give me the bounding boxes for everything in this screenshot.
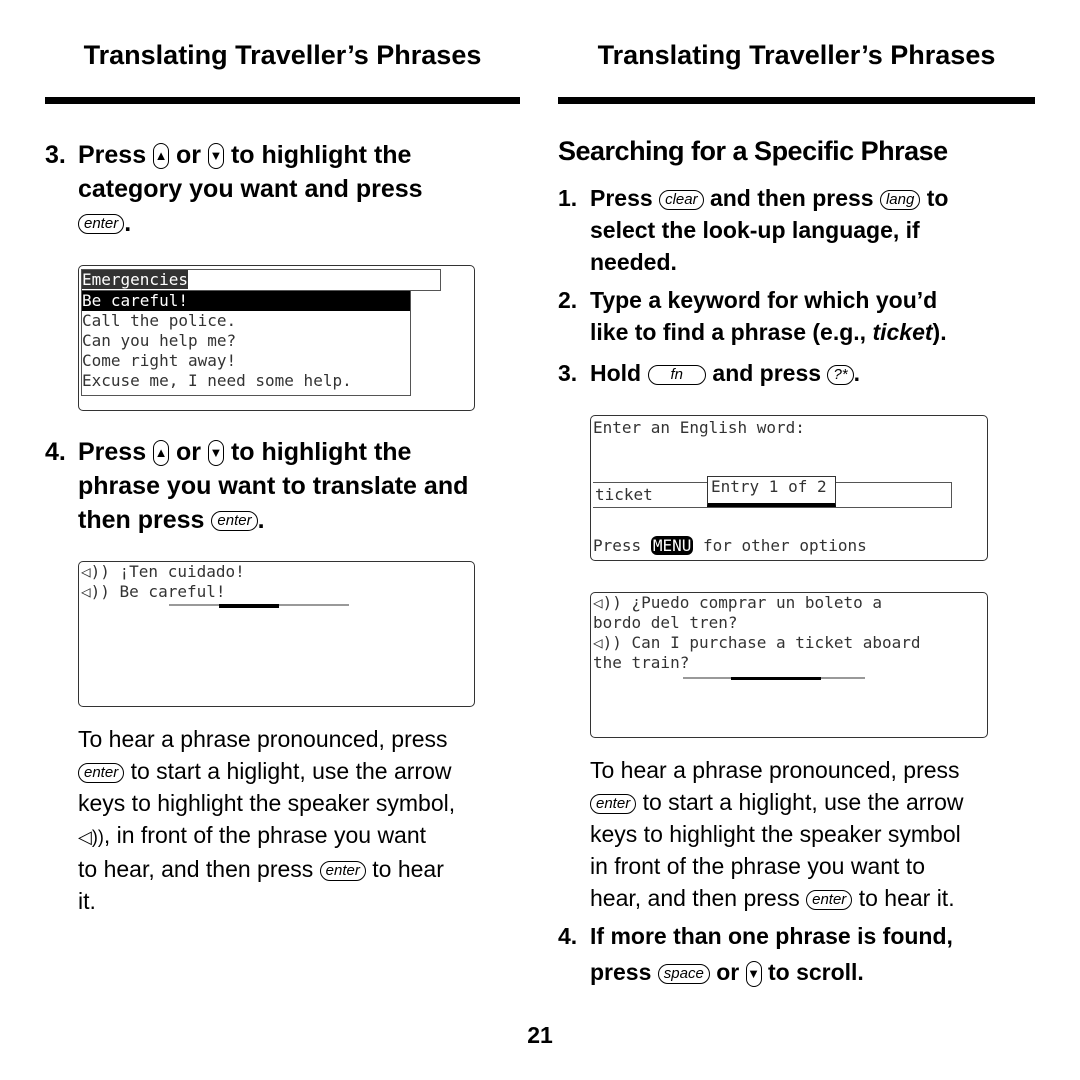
left-step-4: 4. Press ▲ or ▼ to highlight the phrase … xyxy=(45,438,469,534)
menu-key: MENU xyxy=(650,536,694,555)
right-heading: Translating Traveller’s Phrases xyxy=(597,40,996,70)
list-item: Call the police. xyxy=(82,311,237,330)
enter-key: enter xyxy=(590,793,637,814)
right-step-4: 4. If more than one phrase is found, pre… xyxy=(558,923,953,987)
question-key: ?* xyxy=(827,364,854,385)
screen-search: Enter an English word: ticket Entry 1 of… xyxy=(590,415,988,561)
lang-key: lang xyxy=(879,189,921,210)
down-arrow-key-icon: ▼ xyxy=(207,440,224,467)
list-item: Excuse me, I need some help. xyxy=(82,371,352,390)
right-pronounce-paragraph: To hear a phrase pronounced, press enter… xyxy=(590,757,964,911)
list-item-selected: Be careful! xyxy=(82,291,410,311)
list-item: Can you help me? xyxy=(82,331,237,350)
right-rule xyxy=(558,97,1035,104)
section-title: Searching for a Specific Phrase xyxy=(558,136,948,166)
entry-popup: Entry 1 of 2 xyxy=(707,476,836,507)
screen-translation: ◁)) ¡Ten cuidado! ◁)) Be careful! xyxy=(78,561,475,707)
right-step-1: 1. Press clear and then press lang to se… xyxy=(558,185,949,275)
enter-key: enter xyxy=(78,214,125,235)
up-arrow-key-icon: ▲ xyxy=(153,440,170,467)
right-step-3: 3. Hold fn and press ?*. xyxy=(558,360,861,386)
left-step-3: 3. Press ▲ or ▼ to highlight the categor… xyxy=(45,141,423,237)
search-input[interactable]: ticket xyxy=(595,485,653,505)
enter-key: enter xyxy=(211,511,258,532)
up-arrow-key-icon: ▲ xyxy=(153,143,170,170)
down-arrow-key-icon: ▼ xyxy=(745,960,762,987)
enter-key: enter xyxy=(806,889,853,910)
clear-key: clear xyxy=(659,189,704,210)
space-key: space xyxy=(657,963,710,984)
fn-key: fn xyxy=(647,364,707,385)
speaker-icon: ◁)) xyxy=(78,827,104,847)
enter-key: enter xyxy=(78,762,125,783)
enter-key: enter xyxy=(319,860,366,881)
list-item: Come right away! xyxy=(82,351,237,370)
down-arrow-key-icon: ▼ xyxy=(207,143,224,170)
page-number: 21 xyxy=(527,1022,553,1048)
left-heading: Translating Traveller’s Phrases xyxy=(83,40,482,70)
manual-page: Translating Traveller’s Phrases 3. Press… xyxy=(0,0,1080,1080)
right-step-2: 2. Type a keyword for which you’d like t… xyxy=(558,287,947,345)
screen-phrase-result: ◁)) ¿Puedo comprar un boleto a bordo del… xyxy=(590,592,988,738)
screen-footer: Press MENU for other options xyxy=(593,536,867,555)
left-rule xyxy=(45,97,520,104)
screen-category-list: Emergencies Be careful! Call the police.… xyxy=(78,265,475,411)
left-pronounce-paragraph: To hear a phrase pronounced, press enter… xyxy=(78,726,456,914)
